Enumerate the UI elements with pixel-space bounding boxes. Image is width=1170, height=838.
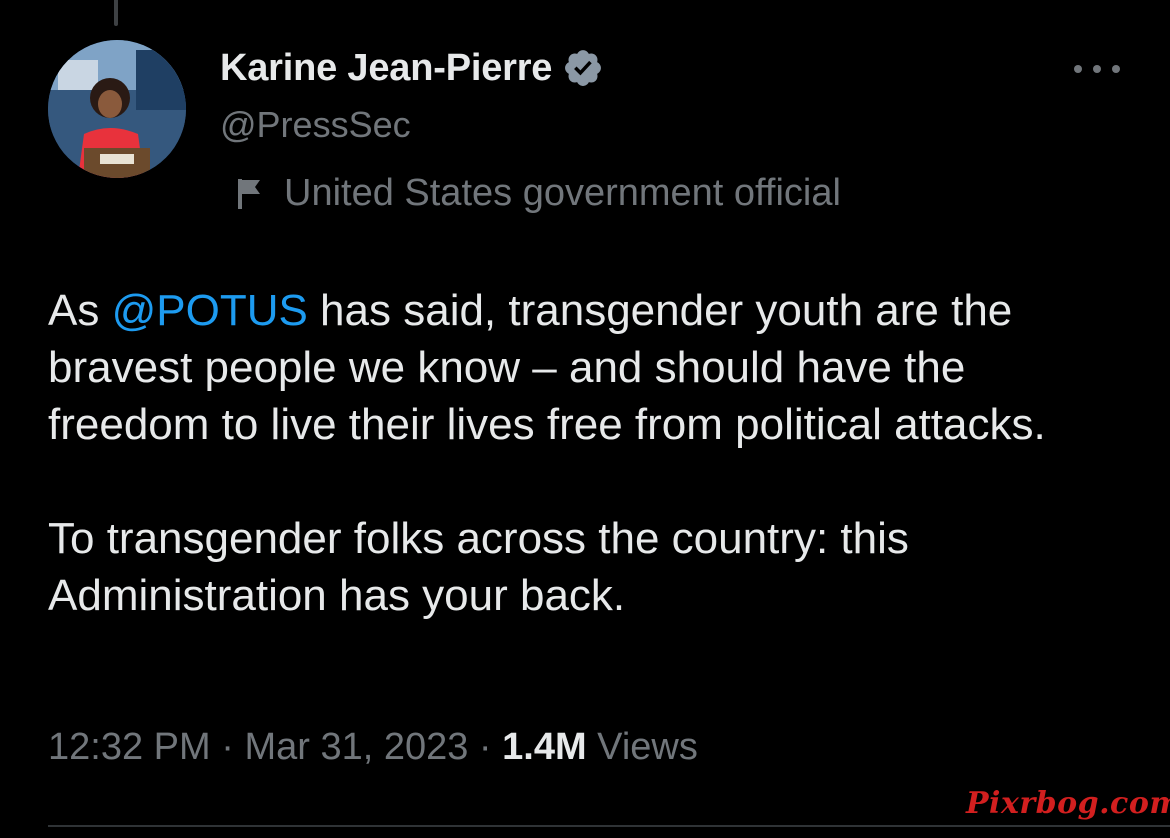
views-label: Views — [586, 726, 698, 768]
watermark: Pixrbog.com — [966, 786, 1170, 821]
tweet-paragraph: To transgender folks across the country:… — [48, 514, 909, 620]
author-name-row: Karine Jean-Pierre — [220, 44, 604, 92]
more-options-icon[interactable] — [1074, 54, 1120, 84]
meta-separator: · — [210, 726, 245, 768]
meta-separator: · — [468, 726, 503, 768]
government-label-text: United States government official — [284, 171, 841, 214]
tweet-paragraph: As @POTUS has said, transgender youth ar… — [48, 282, 1138, 453]
divider — [48, 825, 1170, 827]
avatar-image — [48, 40, 186, 178]
tweet-text: As @POTUS has said, transgender youth ar… — [48, 282, 1138, 624]
views-count: 1.4M — [502, 726, 587, 768]
author-display-name[interactable]: Karine Jean-Pierre — [220, 47, 552, 90]
tweet-date[interactable]: Mar 31, 2023 — [244, 726, 468, 768]
tweet-text-prefix: As — [48, 286, 112, 335]
verified-badge-icon — [562, 47, 604, 89]
thread-connector-line — [114, 0, 118, 26]
mention-link[interactable]: @POTUS — [112, 286, 308, 335]
avatar[interactable] — [48, 40, 186, 178]
tweet-meta: 12:32 PM · Mar 31, 2023 · 1.4M Views — [48, 726, 698, 769]
author-handle[interactable]: @PressSec — [220, 104, 411, 146]
tweet-time[interactable]: 12:32 PM — [48, 726, 211, 768]
flag-icon — [232, 175, 266, 211]
government-label[interactable]: United States government official — [232, 170, 841, 216]
